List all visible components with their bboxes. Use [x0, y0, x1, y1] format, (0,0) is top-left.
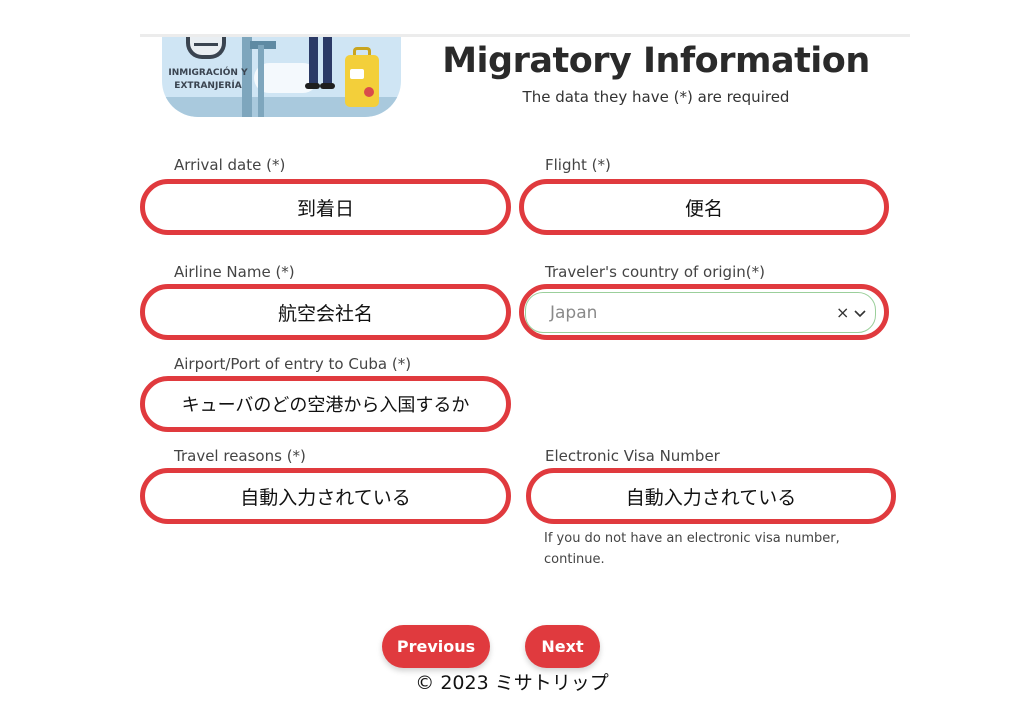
banner-suitcase-sticker-round: [364, 87, 374, 97]
airline-name-value: 航空会社名: [277, 302, 373, 325]
airport-entry-field[interactable]: キューバのどの空港から入国するか: [140, 376, 511, 432]
airport-entry-label: Airport/Port of entry to Cuba (*): [174, 355, 412, 373]
banner-suitcase: [345, 55, 379, 107]
banner-text-line2: EXTRANJERÍA: [174, 81, 242, 91]
evisa-number-value: 自動入力されている: [625, 486, 797, 509]
airline-name-field[interactable]: 航空会社名: [140, 284, 511, 340]
banner-text-line1: INMIGRACIÓN Y: [168, 68, 248, 78]
next-button[interactable]: Next: [525, 625, 600, 668]
chevron-down-icon[interactable]: [853, 307, 867, 319]
evisa-hint: If you do not have an electronic visa nu…: [544, 531, 840, 567]
arrival-date-label: Arrival date (*): [174, 156, 286, 174]
travel-reasons-field[interactable]: 自動入力されている: [140, 468, 511, 524]
page-subtitle: The data they have (*) are required: [522, 88, 790, 106]
evisa-number-label: Electronic Visa Number: [545, 447, 720, 465]
travel-reasons-label: Travel reasons (*): [174, 447, 306, 465]
flight-value: 便名: [684, 197, 723, 220]
copyright-text: © 2023 ミサトリップ: [415, 672, 609, 694]
flight-label: Flight (*): [545, 156, 611, 174]
emblem-stripe-icon: [194, 43, 218, 46]
country-origin-label: Traveler's country of origin(*): [545, 263, 765, 281]
banner-person-leg-left: [309, 37, 318, 85]
arrival-date-value: 到着日: [296, 197, 354, 220]
banner-tower-mast: [258, 45, 264, 117]
banner-shoe-right: [320, 83, 335, 89]
clear-icon[interactable]: ×: [836, 303, 849, 323]
travel-reasons-value: 自動入力されている: [240, 486, 411, 509]
country-origin-value: Japan: [550, 303, 598, 323]
airport-entry-value: キューバのどの空港から入国するか: [181, 395, 470, 416]
evisa-number-field[interactable]: 自動入力されている: [526, 468, 896, 524]
flight-field[interactable]: 便名: [519, 179, 889, 235]
arrival-date-field[interactable]: 到着日: [140, 179, 511, 235]
airline-name-label: Airline Name (*): [174, 263, 295, 281]
banner-suitcase-sticker: [350, 69, 364, 79]
emblem-icon: [186, 37, 226, 59]
banner-agency-name: INMIGRACIÓN Y EXTRANJERÍA: [165, 67, 251, 93]
previous-button[interactable]: Previous: [382, 625, 490, 668]
page-title: Migratory Information: [442, 41, 870, 81]
banner-shoe-left: [305, 83, 320, 89]
banner-person-leg-right: [323, 37, 332, 85]
